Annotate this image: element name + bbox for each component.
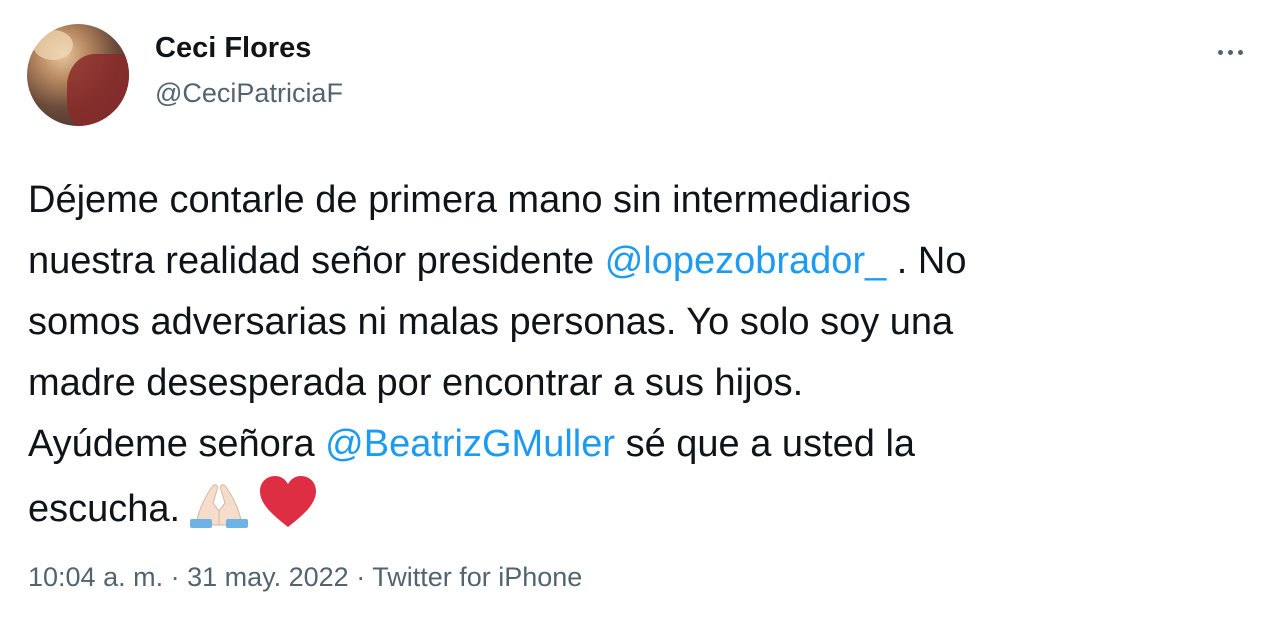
tweet-source[interactable]: Twitter for iPhone xyxy=(372,562,582,592)
tweet-text-segment: Ayúdeme señora xyxy=(28,423,326,465)
mention-link[interactable]: @lopezobrador_ xyxy=(605,240,887,282)
author-handle[interactable]: @CeciPatriciaF xyxy=(155,78,343,109)
meta-separator: · xyxy=(348,562,373,592)
author-name[interactable]: Ceci Flores xyxy=(155,32,311,65)
tweet-line: somos adversarias ni malas personas. Yo … xyxy=(28,301,954,343)
mention-link[interactable]: @BeatrizGMuller xyxy=(325,423,615,465)
tweet-time[interactable]: 10:04 a. m. xyxy=(28,562,163,592)
tweet-text-segment: escucha. xyxy=(28,488,181,530)
more-dot-icon xyxy=(1217,49,1223,55)
folded-hands-icon xyxy=(186,479,252,548)
red-heart-icon xyxy=(258,475,318,548)
avatar-highlight xyxy=(33,30,73,60)
tweet-text-segment: nuestra realidad señor presidente xyxy=(28,240,605,282)
tweet-metadata: 10:04 a. m. · 31 may. 2022 · Twitter for… xyxy=(28,562,582,593)
tweet-text-segment: sé que a usted la xyxy=(615,423,916,465)
tweet-line: madre desesperada por encontrar a sus hi… xyxy=(28,362,804,404)
tweet-line: Déjeme contarle de primera mano sin inte… xyxy=(28,179,911,221)
more-dot-icon xyxy=(1237,49,1243,55)
tweet-text: Déjeme contarle de primera mano sin inte… xyxy=(28,170,1258,548)
tweet-date[interactable]: 31 may. 2022 xyxy=(187,562,349,592)
more-dot-icon xyxy=(1227,49,1233,55)
tweet-line: escucha. xyxy=(28,475,1258,548)
tweet-text-segment: . No xyxy=(886,240,967,282)
meta-separator: · xyxy=(163,562,188,592)
tweet-line: Ayúdeme señora @BeatrizGMuller sé que a … xyxy=(28,414,1258,475)
tweet-card: Ceci Flores @CeciPatriciaF Déjeme contar… xyxy=(0,0,1278,620)
more-options-button[interactable] xyxy=(1208,36,1252,68)
avatar[interactable] xyxy=(27,24,129,126)
avatar-figure xyxy=(67,54,129,126)
tweet-line: nuestra realidad señor presidente @lopez… xyxy=(28,231,1258,292)
